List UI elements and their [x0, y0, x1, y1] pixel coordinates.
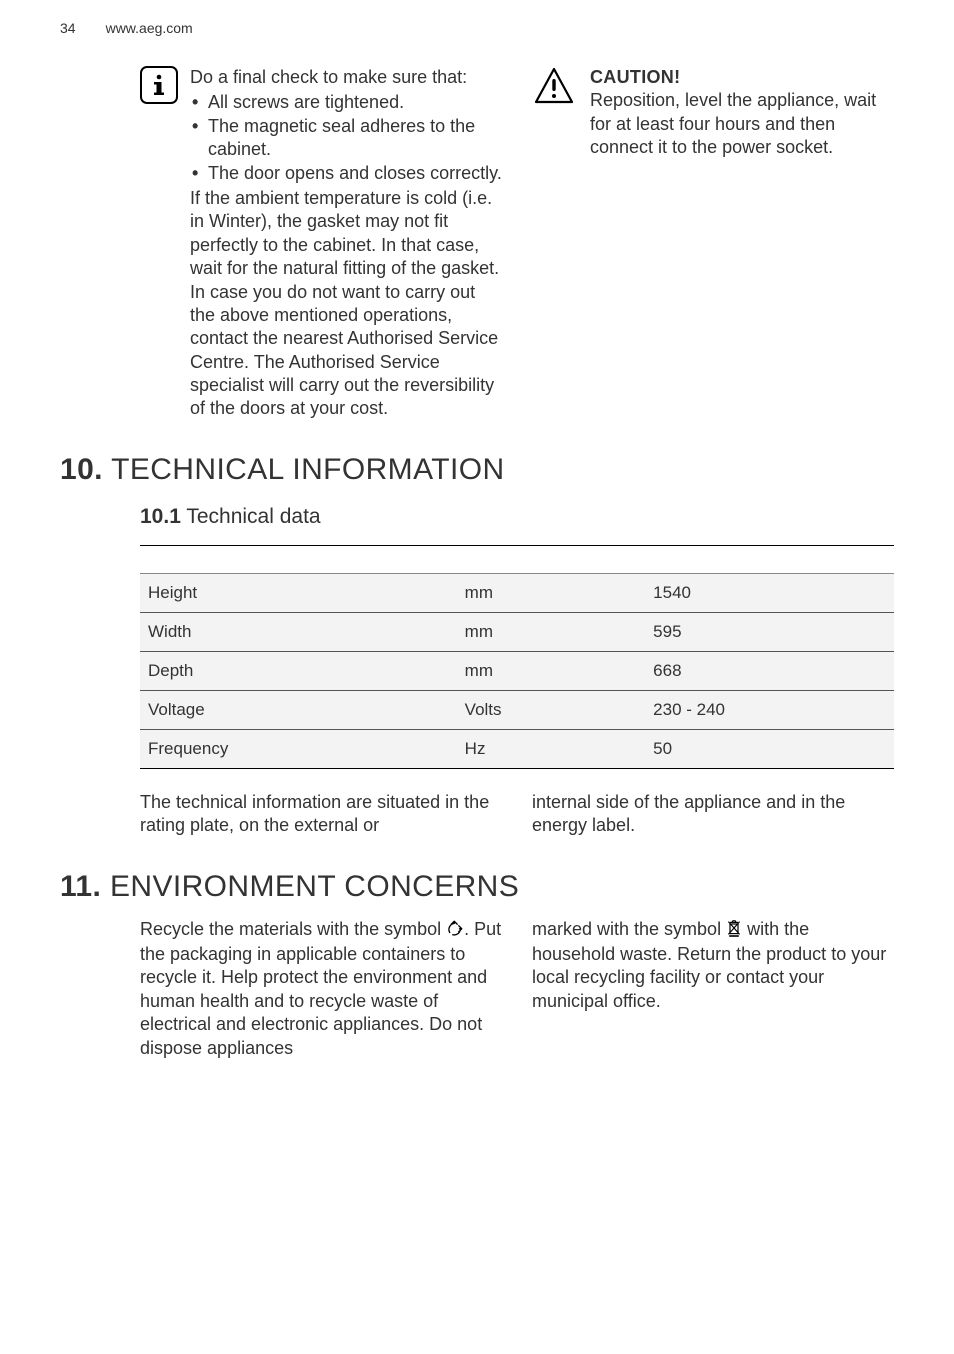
technical-note: The technical information are situated i…	[140, 791, 894, 838]
table-cell: 230 - 240	[645, 690, 894, 729]
info-bullet: The door opens and closes correctly.	[208, 162, 502, 185]
table-cell: 595	[645, 612, 894, 651]
table-row: Widthmm595	[140, 612, 894, 651]
section-10-title: 10. TECHNICAL INFORMATION	[60, 453, 894, 487]
caution-title: CAUTION!	[590, 66, 894, 89]
info-lead: Do a final check to make sure that:	[190, 66, 502, 89]
info-paragraph: In case you do not want to carry out the…	[190, 281, 502, 421]
table-cell: Frequency	[140, 729, 457, 768]
technical-data-table: Heightmm1540Widthmm595Depthmm668VoltageV…	[140, 545, 894, 769]
page-number: 34	[60, 20, 76, 36]
table-cell: Volts	[457, 690, 646, 729]
caution-block: CAUTION! Reposition, level the appliance…	[532, 66, 894, 160]
technical-note-col1: The technical information are situated i…	[140, 791, 502, 838]
info-block: Do a final check to make sure that: All …	[140, 66, 502, 421]
table-cell: Depth	[140, 651, 457, 690]
info-bullet-list: All screws are tightened. The magnetic s…	[190, 91, 502, 185]
recycle-icon	[446, 919, 464, 943]
info-bullet: All screws are tightened.	[208, 91, 502, 114]
info-bullet: The magnetic seal adheres to the cabinet…	[208, 115, 502, 162]
table-cell: Width	[140, 612, 457, 651]
table-cell: mm	[457, 612, 646, 651]
section-11-title: 11. ENVIRONMENT CONCERNS	[60, 870, 894, 904]
table-row: FrequencyHz50	[140, 729, 894, 768]
crossed-bin-icon	[726, 919, 742, 943]
table-cell: 1540	[645, 573, 894, 612]
info-icon	[140, 66, 178, 104]
site-url: www.aeg.com	[106, 20, 193, 36]
table-row: Heightmm1540	[140, 573, 894, 612]
table-row: VoltageVolts230 - 240	[140, 690, 894, 729]
caution-body: Reposition, level the appliance, wait fo…	[590, 89, 894, 159]
table-cell: 50	[645, 729, 894, 768]
table-cell: Height	[140, 573, 457, 612]
table-cell: Hz	[457, 729, 646, 768]
table-cell: Voltage	[140, 690, 457, 729]
page-header: 34 www.aeg.com	[0, 0, 954, 46]
environment-text: Recycle the materials with the symbol . …	[140, 918, 894, 1060]
section-10-1-title: 10.1 Technical data	[140, 505, 894, 529]
technical-note-col2: internal side of the appliance and in th…	[532, 791, 894, 838]
table-cell: mm	[457, 651, 646, 690]
info-paragraph: If the ambient temperature is cold (i.e.…	[190, 187, 502, 281]
table-row: Depthmm668	[140, 651, 894, 690]
caution-icon	[532, 66, 576, 106]
environment-col1: Recycle the materials with the symbol . …	[140, 918, 502, 1060]
table-cell: mm	[457, 573, 646, 612]
table-cell: 668	[645, 651, 894, 690]
environment-col2: marked with the symbol with the househol…	[532, 918, 894, 1060]
